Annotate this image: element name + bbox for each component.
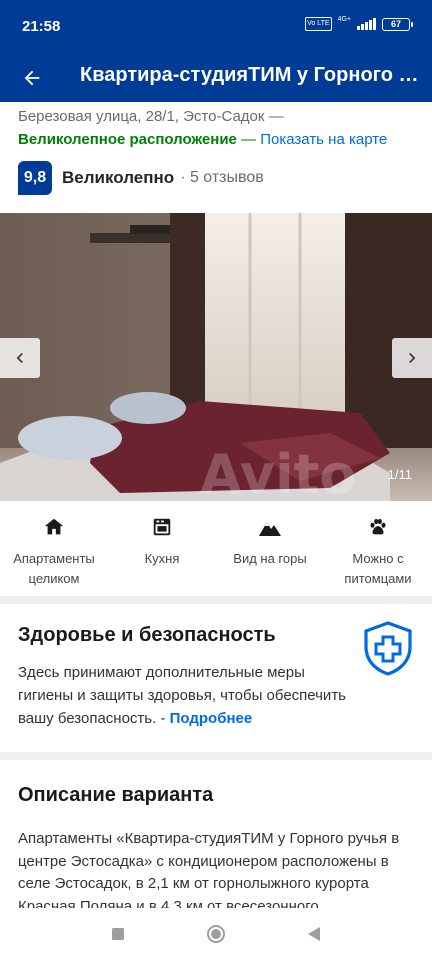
rating-word: Великолепно [62, 168, 175, 187]
location-line: Великолепное расположение — Показать на … [18, 131, 387, 148]
gallery-prev-button[interactable] [0, 338, 40, 378]
health-section-title: Здоровье и безопасность [18, 624, 276, 646]
paw-icon [367, 515, 389, 539]
room-photo: Avito [0, 213, 432, 501]
photo-gallery[interactable]: Avito [0, 213, 432, 501]
facility-kitchen: Кухня [108, 505, 216, 595]
network-type: 4G+ [337, 15, 351, 23]
oven-icon [151, 515, 173, 539]
volte-icon: Vo LTE [305, 17, 332, 31]
description-section-title: Описание варианта [18, 784, 214, 806]
avito-watermark: Avito [200, 443, 357, 501]
system-back-button[interactable] [302, 922, 326, 946]
gallery-next-button[interactable] [392, 338, 432, 378]
system-navigation-bar [0, 908, 432, 960]
description-text: Апартаменты «Квартира-студияТИМ у Горног… [18, 830, 400, 908]
chevron-left-icon [16, 353, 23, 363]
facility-mountain-view: Вид на горы [216, 505, 324, 595]
square-icon [112, 928, 124, 940]
page-title: Квартира-студияТИМ у Горного ручья в цен… [80, 64, 425, 86]
circle-icon [207, 925, 225, 943]
facility-pets: Можно с питомцами [324, 505, 432, 595]
facility-label: Апартаменты целиком [13, 551, 95, 586]
signal-icon [357, 18, 376, 30]
show-on-map-link[interactable]: Показать на карте [260, 131, 387, 148]
status-time: 21:58 [22, 18, 61, 35]
facility-label: Кухня [144, 551, 180, 566]
recent-apps-button[interactable] [106, 922, 130, 946]
location-quality: Великолепное расположение [18, 131, 237, 148]
chevron-right-icon [409, 353, 416, 363]
facility-apartment: Апартаменты целиком [0, 505, 108, 595]
battery-icon: 67 [382, 17, 413, 31]
home-icon [43, 515, 65, 539]
status-icons: Vo LTE 4G+ 67 [305, 15, 413, 31]
shield-cross-icon [364, 621, 412, 676]
score-badge: 9,8 [18, 161, 52, 195]
section-divider [0, 752, 432, 760]
review-count: · 5 отзывов [180, 169, 264, 186]
arrow-back-icon [24, 70, 40, 86]
property-address: Березовая улица, 28/1, Эсто-Садок — [18, 108, 284, 125]
facility-label: Вид на горы [233, 551, 307, 566]
rating-row[interactable]: 9,8 Великолепно · 5 отзывов [18, 161, 264, 195]
facility-label: Можно с питомцами [344, 551, 412, 586]
mountain-icon [258, 515, 282, 539]
app-bar: Квартира-студияТИМ у Горного ручья в цен… [0, 54, 432, 102]
facilities-row: Апартаменты целиком Кухня Вид на горы Мо… [0, 505, 432, 595]
photo-counter: 1/11 [387, 467, 412, 482]
back-button[interactable] [14, 60, 50, 96]
more-details-link[interactable]: Подробнее [170, 710, 253, 727]
status-bar: 21:58 Vo LTE 4G+ 67 [0, 0, 432, 54]
location-separator: — [241, 131, 257, 148]
section-divider [0, 596, 432, 604]
home-button[interactable] [204, 922, 228, 946]
triangle-back-icon [308, 927, 320, 941]
health-section-text: Здесь принимают дополнительные меры гиги… [18, 661, 348, 730]
